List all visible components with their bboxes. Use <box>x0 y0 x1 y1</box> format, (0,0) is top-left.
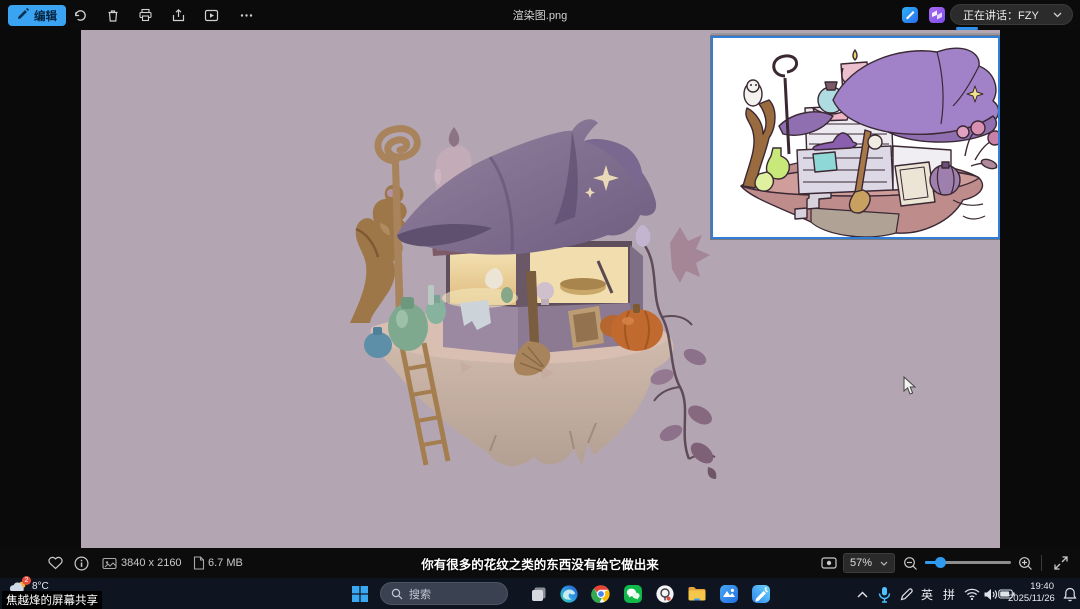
edit-button-label: 编辑 <box>34 8 57 24</box>
info-icon[interactable] <box>72 554 90 572</box>
clock-date: 2025/11/26 <box>1008 593 1054 605</box>
screen-share-banner: 焦越烽的屏幕共享 <box>2 591 102 609</box>
start-button[interactable] <box>348 582 372 606</box>
reference-image-window[interactable] <box>711 36 1000 239</box>
favorite-heart-icon[interactable] <box>46 554 64 572</box>
clock[interactable]: 19:40 2025/11/26 <box>1008 581 1054 605</box>
microphone-active-icon[interactable] <box>872 582 896 606</box>
windows-taskbar: 搜索 <box>0 578 1080 609</box>
resolution-value: 3840 x 2160 <box>121 557 182 569</box>
mouse-cursor <box>903 376 917 396</box>
more-options-icon[interactable] <box>238 7 255 24</box>
fit-to-window-icon[interactable] <box>820 554 838 572</box>
file-explorer-icon[interactable] <box>685 582 709 606</box>
fullscreen-icon[interactable] <box>1052 554 1070 572</box>
edit-button[interactable]: 编辑 <box>8 5 66 26</box>
wechat-icon[interactable] <box>621 582 645 606</box>
topbar-app-icon-blue[interactable] <box>902 7 918 23</box>
photo-canvas[interactable] <box>81 30 1000 548</box>
meeting-app-icon[interactable] <box>717 582 741 606</box>
photos-app-icon[interactable] <box>749 582 773 606</box>
file-size-icon <box>190 554 208 572</box>
file-title: 渲染图.png <box>390 0 690 30</box>
chevron-down-icon <box>880 561 888 566</box>
share-icon[interactable] <box>170 7 187 24</box>
zoom-slider-knob[interactable] <box>935 557 946 568</box>
task-view-icon[interactable] <box>527 582 551 606</box>
topbar-app-icon-purple[interactable] <box>929 7 945 23</box>
speaking-indicator-underline <box>956 27 978 30</box>
delete-icon[interactable] <box>104 7 121 24</box>
pencil-icon <box>17 8 29 23</box>
zoom-out-icon[interactable] <box>901 554 919 572</box>
print-icon[interactable] <box>137 7 154 24</box>
weather-alert-badge: 2 <box>22 576 31 585</box>
taskbar-search[interactable]: 搜索 <box>380 582 508 605</box>
resolution-icon <box>100 554 118 572</box>
meeting-speaking-indicator[interactable]: 正在讲话：FZY <box>950 4 1073 25</box>
round-white-app-icon[interactable] <box>653 582 677 606</box>
search-icon <box>391 588 403 600</box>
screen: 编辑 渲染图.png 正在讲话：FZY <box>0 0 1080 609</box>
pen-input-icon[interactable] <box>894 582 918 606</box>
search-placeholder: 搜索 <box>409 586 431 602</box>
slideshow-icon[interactable] <box>203 7 220 24</box>
chevron-down-icon <box>1053 9 1062 21</box>
zoom-slider[interactable] <box>925 561 1011 564</box>
leaning-mirror <box>568 306 604 348</box>
speaking-label: 正在讲话：FZY <box>963 7 1039 23</box>
ime-language-indicator[interactable]: 英 <box>921 586 933 603</box>
clock-time: 19:40 <box>1008 581 1054 593</box>
notification-bell-icon[interactable] <box>1058 582 1080 606</box>
live-caption: 你有很多的花纹之类的东西没有给它做出来 <box>290 548 790 578</box>
edge-browser-icon[interactable] <box>557 582 581 606</box>
chrome-browser-icon[interactable] <box>589 582 613 606</box>
photo-viewer-toolbar: 编辑 渲染图.png 正在讲话：FZY <box>0 0 1080 30</box>
viewer-statusbar: 3840 x 2160 6.7 MB 你有很多的花纹之类的东西没有给它做出来 5… <box>0 548 1080 578</box>
zoom-level-dropdown[interactable]: 57% <box>843 553 895 573</box>
file-size-value: 6.7 MB <box>208 557 243 569</box>
statusbar-divider <box>1041 555 1042 571</box>
witch-hat-roof <box>397 119 656 254</box>
reference-illustration <box>713 38 998 237</box>
rotate-icon[interactable] <box>72 7 89 24</box>
render-3d-witch-house <box>340 115 720 480</box>
tray-expand-chevron-icon[interactable] <box>850 582 874 606</box>
zoom-level-value: 57% <box>850 557 872 569</box>
zoom-in-icon[interactable] <box>1016 554 1034 572</box>
ime-mode-indicator[interactable]: 拼 <box>943 586 955 603</box>
